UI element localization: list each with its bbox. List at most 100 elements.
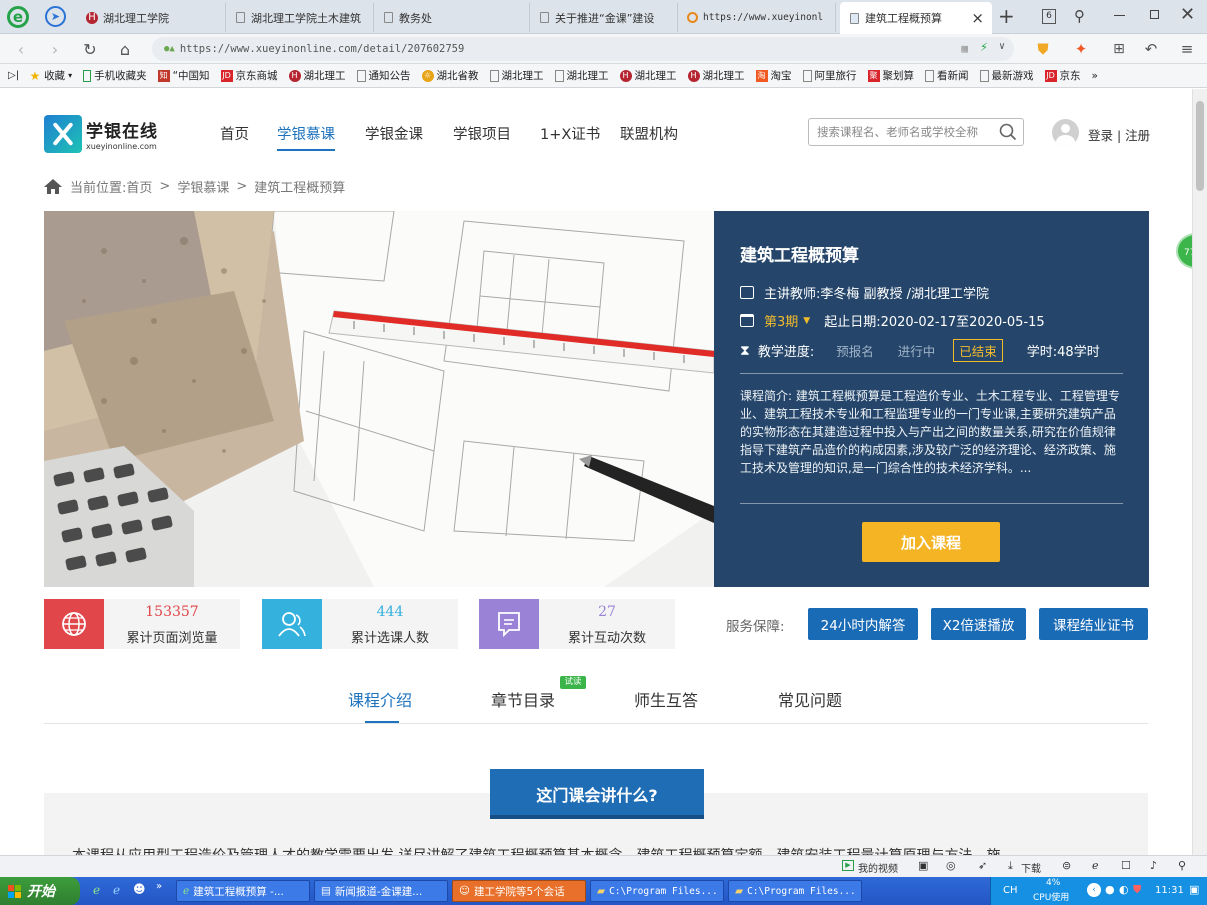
taskbar-window[interactable]: ℯ 建筑工程概预算 -...: [176, 880, 310, 902]
tab-chapters[interactable]: 章节目录: [491, 687, 555, 711]
game-icon[interactable]: ✦: [1070, 39, 1092, 59]
browser-logo-icon[interactable]: e: [7, 6, 29, 28]
bookmark-item[interactable]: ☼ 湖北省教: [421, 68, 479, 83]
undo-icon[interactable]: ↶: [1140, 39, 1162, 59]
tray-app-icon[interactable]: ●: [1105, 883, 1115, 896]
window-close-icon[interactable]: ✕: [1180, 4, 1195, 25]
bookmark-item[interactable]: 手机收藏夹: [83, 68, 147, 83]
bookmark-item[interactable]: 最新游戏: [979, 68, 1034, 83]
sidebar-toggle-icon[interactable]: ▷|: [8, 70, 19, 81]
qr-icon[interactable]: ▦: [961, 42, 968, 55]
forward-icon[interactable]: ›: [44, 39, 66, 59]
bookmark-item[interactable]: H 湖北理工: [619, 68, 677, 83]
new-tab-button[interactable]: +: [998, 4, 1015, 28]
taskbar-window[interactable]: ▰ C:\Program Files...: [728, 880, 862, 902]
nav-home[interactable]: 首页: [220, 123, 249, 144]
refresh-icon[interactable]: ◎: [946, 859, 956, 872]
bookmark-item[interactable]: H 湖北理工: [687, 68, 745, 83]
bookmark-item[interactable]: 阿里旅行: [802, 68, 857, 83]
ie-icon[interactable]: ℯ: [1092, 859, 1099, 872]
screenshot-icon[interactable]: ▣: [918, 859, 928, 872]
scrollbar-thumb[interactable]: [1196, 101, 1204, 191]
bookmark-item[interactable]: 知 “中国知: [157, 68, 210, 83]
dropdown-icon[interactable]: ∨: [999, 41, 1005, 52]
tab-faq[interactable]: 常见问题: [778, 687, 842, 711]
bookmark-item[interactable]: H 湖北理工: [288, 68, 346, 83]
flash-icon[interactable]: ⚡: [980, 40, 988, 55]
term-selector[interactable]: 第3期: [764, 311, 798, 330]
minimize-icon[interactable]: [1114, 15, 1125, 16]
ime-indicator[interactable]: CH: [1003, 885, 1018, 896]
home-icon[interactable]: ⌂: [114, 39, 136, 59]
rocket-icon[interactable]: ➶: [978, 859, 987, 872]
nav-mooc[interactable]: 学银慕课: [277, 123, 335, 151]
service-2x-speed[interactable]: X2倍速播放: [931, 608, 1026, 640]
quicklaunch-ie-icon[interactable]: ℯ: [113, 883, 120, 897]
tray-security-icon[interactable]: ⛊: [1133, 883, 1141, 897]
bookmark-item[interactable]: 淘淘宝: [755, 68, 792, 83]
download-link[interactable]: 下载: [1021, 860, 1041, 875]
volume-icon[interactable]: ♪: [1150, 859, 1157, 872]
shield-icon[interactable]: ⛊: [1032, 39, 1054, 59]
bookmark-item[interactable]: 湖北理工: [489, 68, 544, 83]
nav-golden-course[interactable]: 学银金课: [365, 123, 423, 144]
window-icon[interactable]: ☐: [1121, 859, 1131, 872]
menu-icon[interactable]: ≡: [1176, 39, 1198, 59]
restore-icon[interactable]: [1150, 10, 1159, 19]
bookmark-item[interactable]: ★ 收藏 ▾: [29, 68, 72, 83]
translate-icon[interactable]: ⊜: [1062, 859, 1071, 872]
quicklaunch-more-icon[interactable]: »: [156, 881, 162, 892]
taskbar-window[interactable]: ▤ 新闻报道-金课建...: [314, 880, 448, 902]
bookmark-item[interactable]: 通知公告: [356, 68, 411, 83]
bookmark-item[interactable]: JD 京东商城: [220, 68, 278, 83]
my-videos-link[interactable]: 我的视频: [858, 860, 898, 875]
zoom-icon[interactable]: ⚲: [1178, 859, 1186, 872]
show-desktop-icon[interactable]: ▣: [1189, 883, 1199, 896]
join-course-button[interactable]: 加入课程: [862, 522, 1000, 562]
bookmark-item[interactable]: 看新闻: [925, 68, 969, 83]
shirt-icon[interactable]: ⚲: [1074, 7, 1085, 25]
login-register-link[interactable]: 登录 | 注册: [1088, 125, 1150, 144]
start-button[interactable]: 开始: [0, 877, 80, 905]
breadcrumb-mooc[interactable]: 学银慕课: [177, 177, 229, 196]
bookmark-item[interactable]: 湖北理工: [554, 68, 609, 83]
tray-arrow-icon[interactable]: ‹: [1087, 883, 1101, 897]
tab-qa[interactable]: 师生互答: [634, 687, 698, 711]
service-certificate[interactable]: 课程结业证书: [1039, 608, 1148, 640]
breadcrumb-home[interactable]: 首页: [126, 177, 152, 196]
quicklaunch-browser-icon[interactable]: ℯ: [93, 883, 100, 897]
search-input[interactable]: 搜索课程名、老师名或学校全称: [808, 118, 1024, 146]
bookmarks-overflow[interactable]: »: [1092, 70, 1098, 82]
quicklaunch-qq-icon[interactable]: ☻: [133, 882, 146, 896]
avatar[interactable]: [1052, 119, 1079, 146]
nav-alliance[interactable]: 联盟机构: [620, 123, 678, 144]
browser-tab[interactable]: https://www.xueyinonl: [678, 3, 836, 32]
url-field[interactable]: ●▲ https://www.xueyinonline.com/detail/2…: [152, 37, 1014, 61]
video-icon[interactable]: ▶: [842, 860, 854, 871]
service-24h-answer[interactable]: 24小时内解答: [808, 608, 918, 640]
bookmark-item[interactable]: 聚聚划算: [867, 68, 914, 83]
tray-network-icon[interactable]: ◐: [1119, 883, 1129, 896]
page-scrollbar[interactable]: [1192, 89, 1207, 855]
browser-tab[interactable]: 教务处: [374, 3, 530, 32]
caret-down-icon[interactable]: ▼: [803, 316, 810, 326]
taskbar-window[interactable]: ▰ C:\Program Files...: [590, 880, 724, 902]
browser-tab[interactable]: 关于推进“金课”建设: [530, 3, 678, 32]
close-tab-icon[interactable]: ×: [971, 9, 984, 27]
navigate-icon[interactable]: ➤: [45, 6, 66, 27]
grid-icon[interactable]: ⊞: [1108, 39, 1130, 59]
reload-icon[interactable]: ↻: [79, 39, 101, 59]
browser-tab[interactable]: 湖北理工学院土木建筑: [226, 3, 374, 32]
tab-course-intro[interactable]: 课程介绍: [348, 687, 412, 711]
tab-count-badge[interactable]: 6: [1042, 9, 1056, 24]
nav-1x-certificate[interactable]: 1+X证书: [540, 123, 600, 144]
bookmark-item[interactable]: JD 京东: [1044, 68, 1081, 83]
taskbar-window-active[interactable]: ☺ 建工学院等5个会话: [452, 880, 586, 902]
back-icon[interactable]: ‹: [10, 39, 32, 59]
nav-projects[interactable]: 学银项目: [453, 123, 511, 144]
floating-badge[interactable]: 77: [1176, 233, 1192, 269]
browser-tab-active[interactable]: 建筑工程概预算 ×: [840, 2, 992, 34]
download-icon[interactable]: ⤓: [1008, 859, 1013, 873]
site-logo[interactable]: 学银在线 xueyinonline.com: [44, 115, 158, 153]
search-icon[interactable]: [999, 123, 1017, 141]
